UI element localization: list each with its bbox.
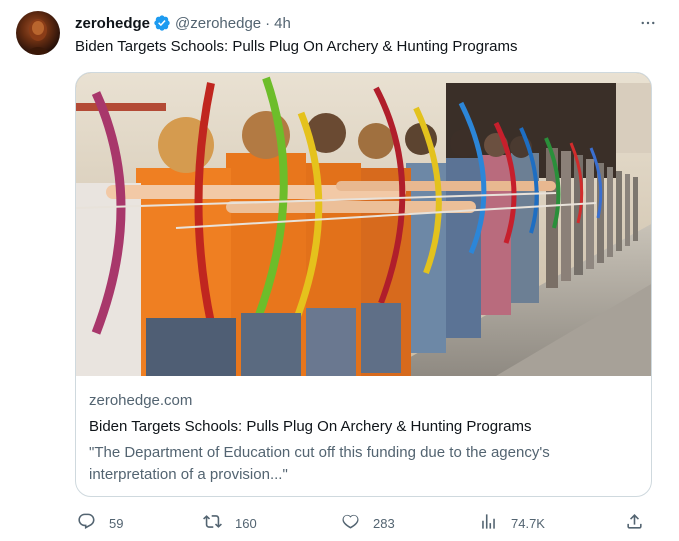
share-icon — [625, 512, 644, 534]
verified-badge-icon — [153, 14, 171, 32]
card-image[interactable] — [76, 73, 651, 376]
tweet[interactable]: zerohedge @zerohedge · 4h Biden Targets … — [0, 0, 679, 541]
handle[interactable]: @zerohedge — [175, 15, 261, 32]
avatar-image — [24, 19, 52, 55]
card-title[interactable]: Biden Targets Schools: Pulls Plug On Arc… — [89, 417, 639, 437]
repost-button[interactable]: 160 — [203, 511, 257, 535]
more-options-icon[interactable] — [633, 12, 663, 34]
views-chart-icon — [479, 512, 498, 534]
archery-photo — [76, 73, 651, 376]
heart-icon — [341, 512, 360, 534]
like-count: 283 — [373, 515, 395, 531]
card-description: "The Department of Education cut off thi… — [89, 444, 550, 483]
reply-button[interactable]: 59 — [77, 511, 123, 535]
action-bar: 59 160 283 74.7K — [75, 511, 655, 535]
link-card[interactable]: zerohedge.com Biden Targets Schools: Pul… — [75, 72, 652, 497]
reply-count: 59 — [109, 515, 124, 531]
timestamp[interactable]: 4h — [274, 15, 291, 32]
separator-dot: · — [265, 14, 271, 32]
reply-icon — [77, 512, 96, 534]
avatar[interactable] — [16, 11, 60, 55]
like-button[interactable]: 283 — [341, 511, 395, 535]
view-count: 74.7K — [511, 515, 545, 531]
views-button[interactable]: 74.7K — [479, 511, 545, 535]
display-name[interactable]: zerohedge — [75, 15, 150, 32]
tweet-text: Biden Targets Schools: Pulls Plug On Arc… — [75, 38, 518, 55]
share-button[interactable] — [625, 511, 644, 535]
repost-icon — [203, 512, 222, 534]
repost-count: 160 — [235, 515, 257, 531]
tweet-header: zerohedge @zerohedge · 4h — [75, 12, 663, 34]
card-meta: zerohedge.com Biden Targets Schools: Pul… — [89, 391, 639, 486]
card-domain[interactable]: zerohedge.com — [89, 391, 639, 411]
